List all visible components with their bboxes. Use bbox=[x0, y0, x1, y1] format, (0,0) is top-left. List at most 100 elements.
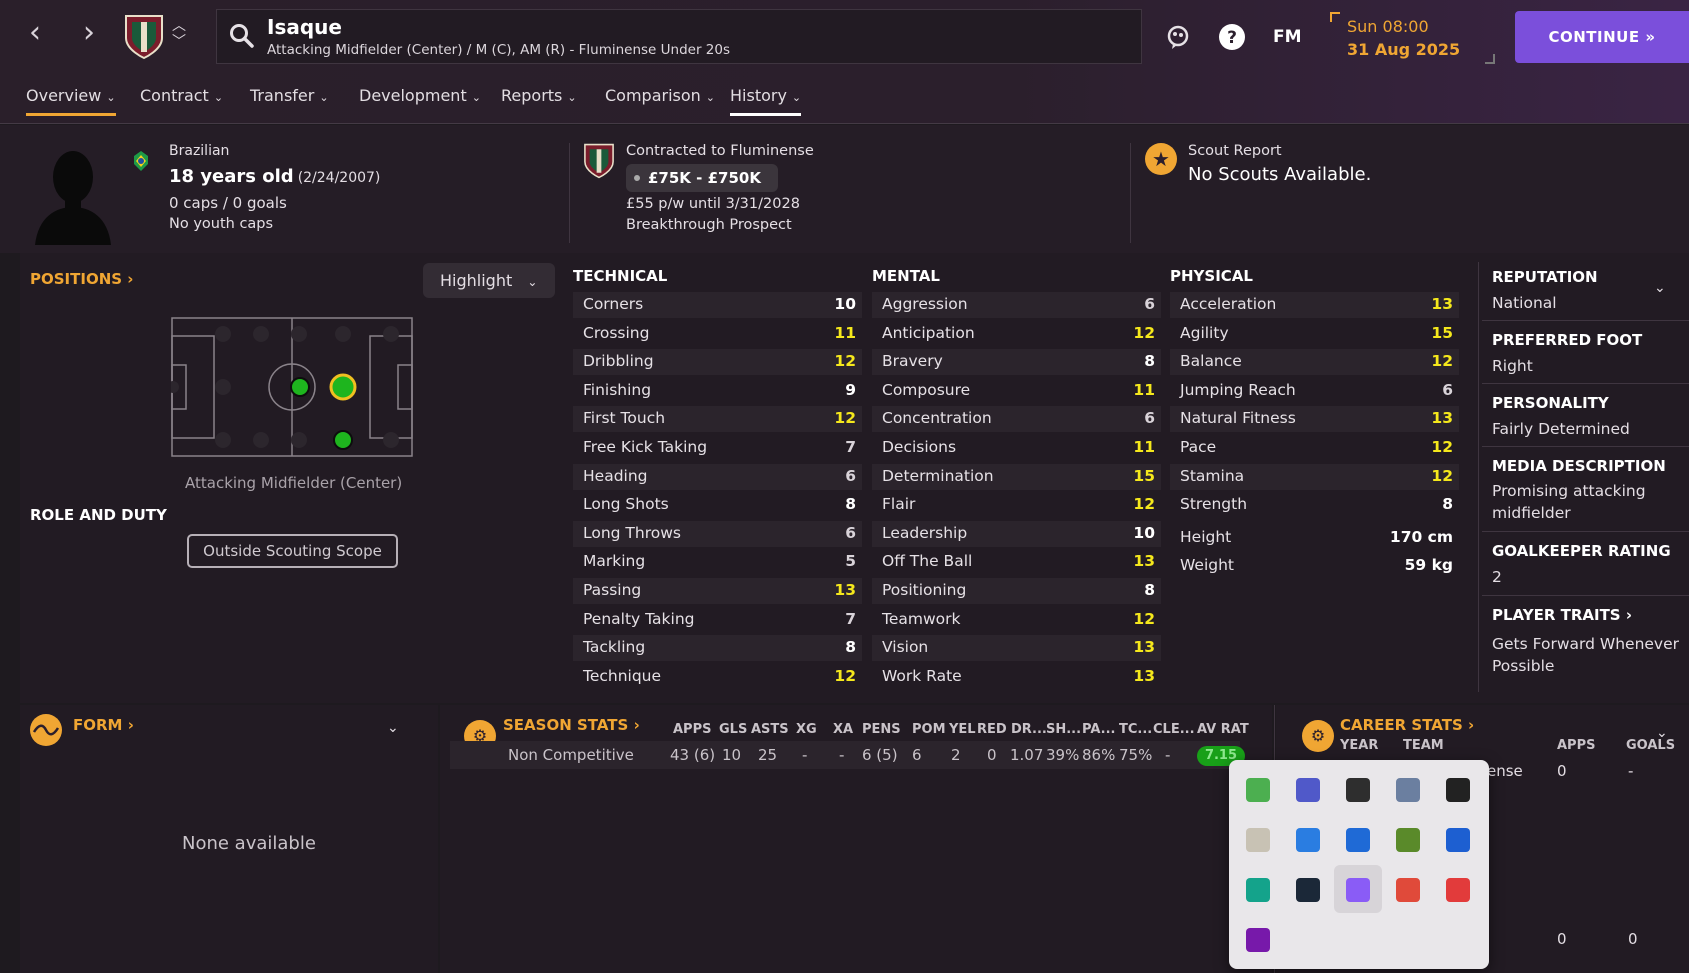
season-stats-header[interactable]: ASTS bbox=[751, 722, 789, 737]
tab-history[interactable]: History ⌄ bbox=[730, 86, 802, 116]
attribute-row[interactable]: Long Shots 8 bbox=[573, 492, 862, 518]
career-row-goals: - bbox=[1628, 762, 1634, 780]
tab-comparison[interactable]: Comparison ⌄ bbox=[605, 86, 715, 116]
attribute-name: Off The Ball bbox=[882, 552, 973, 571]
season-stats-header[interactable]: DR... bbox=[1011, 722, 1047, 737]
tab-reports[interactable]: Reports ⌄ bbox=[501, 86, 577, 116]
continue-button[interactable]: CONTINUE » bbox=[1515, 11, 1689, 63]
season-stats-header[interactable]: XG bbox=[796, 722, 817, 737]
disc-app-icon[interactable] bbox=[1246, 828, 1270, 852]
attribute-row[interactable]: Dribbling 12 bbox=[573, 349, 862, 376]
form-link[interactable]: FORM › bbox=[73, 716, 134, 734]
attribute-row[interactable]: Corners 10 bbox=[573, 292, 862, 318]
nvidia-icon[interactable] bbox=[1346, 778, 1370, 802]
career-stats-link[interactable]: CAREER STATS › bbox=[1340, 716, 1474, 734]
fm-menu[interactable]: FM bbox=[1273, 27, 1302, 47]
attribute-row[interactable]: Teamwork 12 bbox=[872, 607, 1161, 633]
attribute-row[interactable]: Finishing 9 bbox=[573, 378, 862, 404]
attribute-value: 13 bbox=[1133, 666, 1155, 685]
season-stats-header[interactable]: XA bbox=[833, 722, 853, 737]
security-warning-icon[interactable] bbox=[1446, 828, 1470, 852]
epic-games-icon[interactable] bbox=[1446, 778, 1470, 802]
pdf-icon[interactable] bbox=[1396, 878, 1420, 902]
attribute-row[interactable]: Aggression 6 bbox=[872, 292, 1161, 318]
grid-app-icon[interactable] bbox=[1396, 828, 1420, 852]
attribute-row[interactable]: Composure 11 bbox=[872, 378, 1161, 404]
tab-contract[interactable]: Contract ⌄ bbox=[140, 86, 223, 116]
attribute-row[interactable]: Jumping Reach 6 bbox=[1170, 378, 1459, 404]
player-traits-link[interactable]: PLAYER TRAITS › bbox=[1492, 606, 1632, 624]
attribute-row[interactable]: Work Rate 13 bbox=[872, 664, 1161, 690]
form-icon bbox=[30, 714, 62, 746]
attribute-row[interactable]: Crossing 11 bbox=[573, 321, 862, 347]
teams-icon[interactable] bbox=[1296, 778, 1320, 802]
layers-app-icon[interactable] bbox=[1246, 778, 1270, 802]
pen-app-icon[interactable] bbox=[1346, 878, 1370, 902]
green-app-icon[interactable] bbox=[1246, 878, 1270, 902]
help-icon[interactable]: ? bbox=[1217, 22, 1247, 52]
social-feed-icon[interactable] bbox=[1163, 22, 1193, 52]
system-tray-popup bbox=[1229, 760, 1489, 969]
attribute-row[interactable]: Vision 13 bbox=[872, 635, 1161, 662]
attribute-row[interactable]: Bravery 8 bbox=[872, 349, 1161, 376]
attribute-row[interactable]: Anticipation 12 bbox=[872, 321, 1161, 347]
chevron-down-icon[interactable]: ⌄ bbox=[387, 720, 399, 736]
season-stats-header[interactable]: YEL bbox=[949, 722, 976, 737]
season-stats-header[interactable]: PA... bbox=[1082, 722, 1115, 737]
attribute-row[interactable]: Stamina 12 bbox=[1170, 463, 1459, 490]
attribute-row[interactable]: Passing 13 bbox=[573, 578, 862, 604]
attribute-row[interactable]: Penalty Taking 7 bbox=[573, 607, 862, 633]
season-stats-header[interactable]: SH... bbox=[1046, 722, 1081, 737]
club-crest-icon[interactable] bbox=[124, 14, 164, 60]
attribute-row[interactable]: Strength 8 bbox=[1170, 492, 1459, 518]
attribute-row[interactable]: Leadership 10 bbox=[872, 520, 1161, 547]
attribute-row[interactable]: Flair 12 bbox=[872, 492, 1161, 518]
back-arrow-icon[interactable]: ‹ bbox=[18, 18, 52, 52]
attribute-row[interactable]: Determination 15 bbox=[872, 463, 1161, 490]
highlight-dropdown[interactable]: Highlight ⌄ bbox=[423, 263, 555, 298]
youth-caps: No youth caps bbox=[169, 216, 274, 232]
attribute-row[interactable]: Agility 15 bbox=[1170, 321, 1459, 347]
attribute-row[interactable]: Decisions 11 bbox=[872, 435, 1161, 461]
attribute-row[interactable]: Positioning 8 bbox=[872, 578, 1161, 604]
season-stats-header[interactable]: AV RAT bbox=[1197, 722, 1249, 737]
attribute-row[interactable]: Natural Fitness 13 bbox=[1170, 406, 1459, 433]
attribute-row[interactable]: Concentration 6 bbox=[872, 406, 1161, 433]
tab-development[interactable]: Development ⌄ bbox=[359, 86, 481, 116]
onenote-icon[interactable] bbox=[1246, 928, 1270, 952]
attribute-row[interactable]: Tackling 8 bbox=[573, 635, 862, 662]
attribute-row[interactable]: Pace 12 bbox=[1170, 435, 1459, 461]
positions-link[interactable]: POSITIONS › bbox=[30, 270, 133, 288]
season-stats-header[interactable]: PENS bbox=[862, 722, 901, 737]
top-bar: ‹ › ︿ ﹀ Isaque Attacking Midfielder (Cent… bbox=[0, 0, 1689, 78]
lightning-app-icon[interactable] bbox=[1296, 828, 1320, 852]
player-search-box[interactable]: Isaque Attacking Midfielder (Center) / M… bbox=[216, 9, 1142, 64]
attribute-row[interactable]: Heading 6 bbox=[573, 463, 862, 490]
game-date[interactable]: Sun 08:00 31 Aug 2025 bbox=[1330, 10, 1495, 64]
attribute-value: 12 bbox=[1133, 609, 1155, 628]
season-stats-header[interactable]: TC... bbox=[1119, 722, 1152, 737]
attribute-row[interactable]: Balance 12 bbox=[1170, 349, 1459, 376]
attribute-row[interactable]: Technique 12 bbox=[573, 664, 862, 690]
red-app-icon[interactable] bbox=[1446, 878, 1470, 902]
season-stats-header[interactable]: CLE... bbox=[1153, 722, 1195, 737]
globe-app-icon[interactable] bbox=[1396, 778, 1420, 802]
forward-arrow-icon[interactable]: › bbox=[72, 18, 106, 52]
season-stats-header[interactable]: GLS bbox=[719, 722, 747, 737]
outside-scouting-scope-button[interactable]: Outside Scouting Scope bbox=[187, 534, 398, 568]
attribute-row[interactable]: Acceleration 13 bbox=[1170, 292, 1459, 318]
attribute-row[interactable]: Long Throws 6 bbox=[573, 520, 862, 547]
attribute-row[interactable]: Free Kick Taking 7 bbox=[573, 435, 862, 461]
attribute-row[interactable]: Marking 5 bbox=[573, 549, 862, 575]
player-cycle-icon[interactable]: ︿ ﹀ bbox=[172, 18, 186, 50]
steam-icon[interactable] bbox=[1296, 878, 1320, 902]
season-stats-header[interactable]: RED bbox=[977, 722, 1007, 737]
bluetooth-icon[interactable] bbox=[1346, 828, 1370, 852]
season-stats-link[interactable]: SEASON STATS › bbox=[503, 716, 640, 734]
tab-transfer[interactable]: Transfer ⌄ bbox=[250, 86, 329, 116]
attribute-row[interactable]: First Touch 12 bbox=[573, 406, 862, 433]
attribute-row[interactable]: Off The Ball 13 bbox=[872, 549, 1161, 575]
season-stats-header[interactable]: POM bbox=[912, 722, 946, 737]
tab-overview[interactable]: Overview ⌄ bbox=[26, 86, 116, 116]
season-stats-header[interactable]: APPS bbox=[673, 722, 711, 737]
